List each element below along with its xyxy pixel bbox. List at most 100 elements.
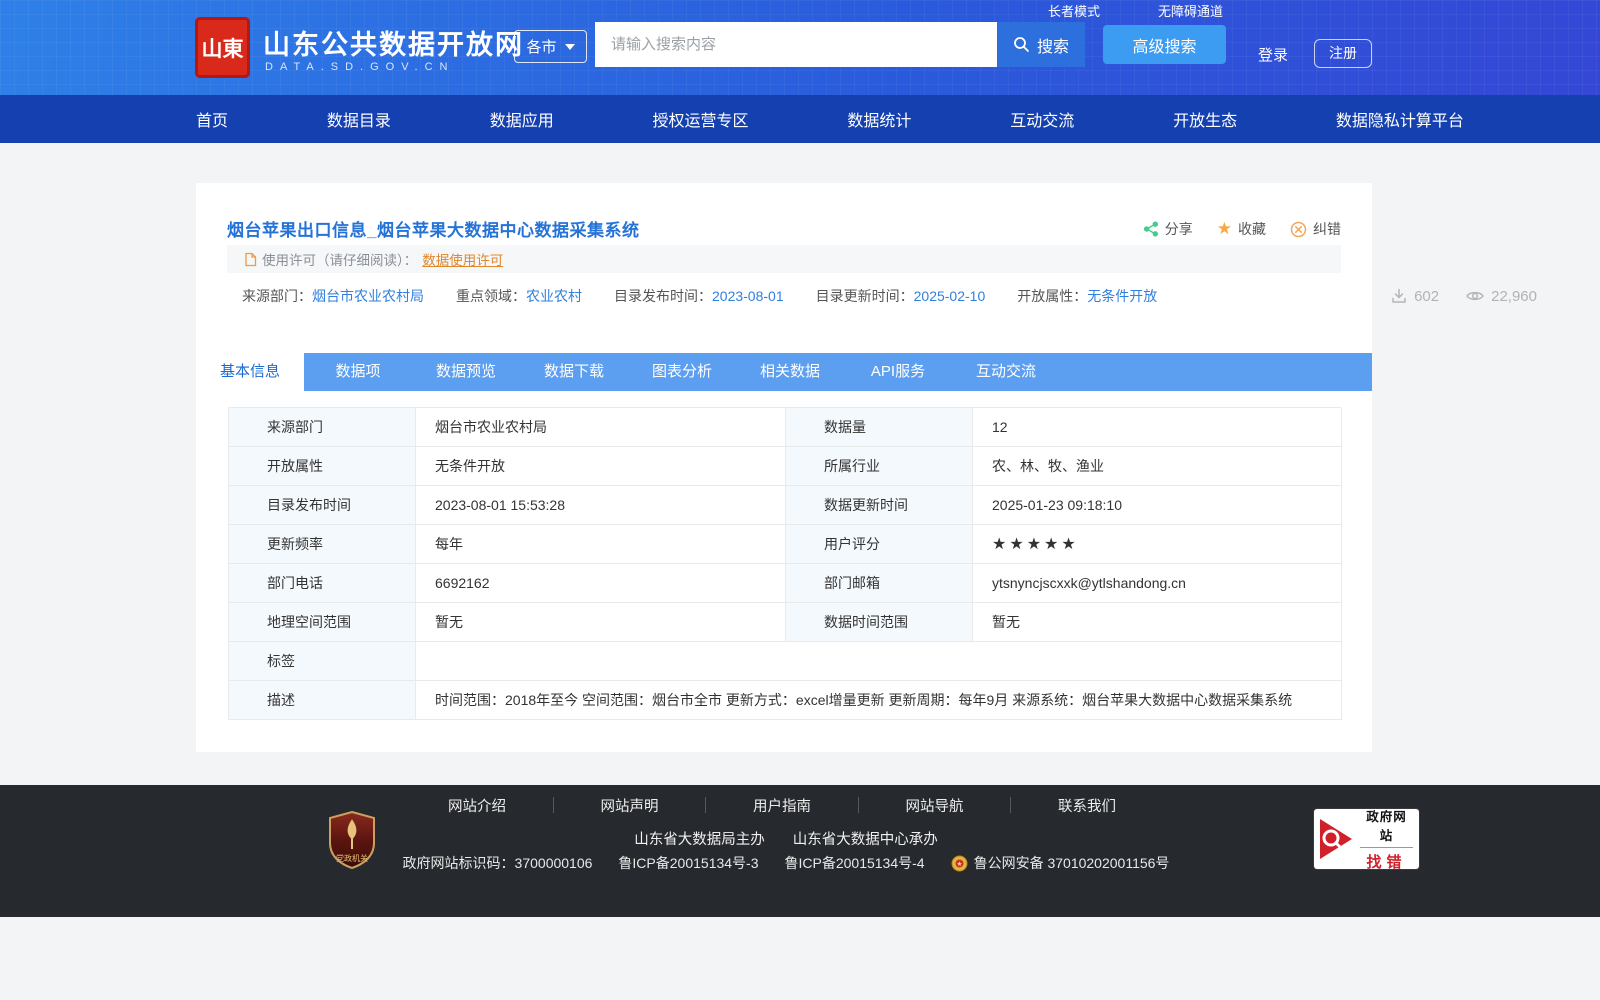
- divider: [552, 797, 554, 813]
- nav-privacy-computing-platform[interactable]: 数据隐私计算平台: [1336, 107, 1464, 131]
- site-footer: 网站介绍 网站声明 用户指南 网站导航 联系我们 党政机关 山东省大数据局主办 …: [0, 785, 1600, 917]
- nav-interaction[interactable]: 互动交流: [1010, 107, 1074, 131]
- footer-link-site-statement[interactable]: 网站声明: [601, 795, 659, 816]
- view-count: 22,960: [1465, 288, 1537, 305]
- meta-items: 来源部门：烟台市农业农村局 重点领域：农业农村 目录发布时间：2023-08-0…: [242, 286, 1157, 306]
- quick-links: 长者模式 无障碍通道: [1048, 1, 1223, 20]
- license-link[interactable]: 数据使用许可: [422, 249, 503, 269]
- meta-label: 开放属性：: [1017, 288, 1088, 304]
- seal-text: 山東: [201, 37, 244, 61]
- error-badge-line2: 找错: [1366, 854, 1407, 871]
- meta-value: 2023-08-01: [712, 288, 784, 304]
- nav-home[interactable]: 首页: [196, 107, 228, 131]
- tab-api-service[interactable]: API服务: [844, 353, 952, 391]
- info-value: 12: [973, 408, 1342, 447]
- tab-chart-analysis[interactable]: 图表分析: [628, 353, 736, 391]
- chevron-down-icon: [564, 43, 575, 50]
- nav-data-statistics[interactable]: 数据统计: [847, 107, 911, 131]
- footer-link-contact-us[interactable]: 联系我们: [1058, 795, 1116, 816]
- dataset-tabs: 基本信息 数据项 数据预览 数据下载 图表分析 相关数据 API服务 互动交流: [196, 353, 1372, 391]
- search-button-label: 搜索: [1036, 38, 1069, 56]
- nav-open-ecosystem[interactable]: 开放生态: [1173, 107, 1237, 131]
- meta-value-link[interactable]: 农业农村: [526, 288, 582, 304]
- info-value: 无条件开放: [416, 447, 786, 486]
- view-count-value: 22,960: [1491, 287, 1537, 305]
- footer-link-user-guide[interactable]: 用户指南: [753, 795, 811, 816]
- info-label: 部门电话: [229, 564, 416, 603]
- advanced-search-label: 高级搜索: [1132, 38, 1197, 56]
- elder-mode-link[interactable]: 长者模式: [1048, 1, 1100, 20]
- meta-update-date: 目录更新时间：2025-02-10: [816, 286, 986, 306]
- dataset-meta-row: 来源部门：烟台市农业农村局 重点领域：农业农村 目录发布时间：2023-08-0…: [242, 286, 1537, 306]
- info-value: 农、林、牧、渔业: [973, 447, 1342, 486]
- footer-undertake-org: 山东省大数据中心承办: [792, 832, 938, 848]
- footer-site-id: 政府网站标识码：3700000106: [402, 855, 593, 871]
- info-value: 6692162: [416, 564, 786, 603]
- footer-host-org: 山东省大数据局主办: [634, 832, 765, 848]
- download-icon: [1390, 287, 1408, 305]
- main-navbar: 首页 数据目录 数据应用 授权运营专区 数据统计 互动交流 开放生态 数据隐私计…: [0, 95, 1600, 143]
- footer-police-label: 鲁公网安备 37010202001156号: [973, 855, 1170, 871]
- meta-label: 来源部门：: [242, 288, 312, 304]
- info-value: 每年: [416, 525, 786, 564]
- police-badge-icon: [951, 855, 968, 872]
- register-button[interactable]: 注册: [1314, 39, 1372, 68]
- dataset-title: 烟台苹果出口信息_烟台苹果大数据中心数据采集系统: [227, 221, 640, 240]
- error-correction-icon: [1290, 221, 1307, 238]
- tab-related-data[interactable]: 相关数据: [736, 353, 844, 391]
- info-label: 更新频率: [229, 525, 416, 564]
- city-selector-dropdown[interactable]: 各市: [514, 30, 587, 63]
- info-label: 部门邮箱: [786, 564, 973, 603]
- meta-label: 目录发布时间：: [614, 288, 712, 304]
- info-label: 所属行业: [786, 447, 973, 486]
- tab-data-download[interactable]: 数据下载: [520, 353, 628, 391]
- info-value: 2023-08-01 15:53:28: [416, 486, 786, 525]
- eye-icon: [1465, 289, 1485, 303]
- city-selector-label: 各市: [526, 39, 557, 56]
- tab-basic-info[interactable]: 基本信息: [196, 353, 304, 391]
- info-label-description: 描述: [229, 681, 416, 720]
- divider: [857, 797, 859, 813]
- meta-publish-date: 目录发布时间：2023-08-01: [614, 286, 784, 306]
- nav-data-catalog[interactable]: 数据目录: [327, 107, 391, 131]
- meta-value-link[interactable]: 烟台市农业农村局: [312, 288, 424, 304]
- download-count-value: 602: [1414, 287, 1440, 305]
- meta-key-domain: 重点领域：农业农村: [456, 286, 582, 306]
- search-input[interactable]: [595, 22, 997, 67]
- footer-links: 网站介绍 网站声明 用户指南 网站导航 联系我们: [448, 795, 1116, 815]
- shandong-seal-logo: 山東: [195, 17, 250, 78]
- site-title: 山东公共数据开放网: [263, 30, 524, 60]
- accessibility-link[interactable]: 无障碍通道: [1158, 1, 1223, 20]
- download-count: 602: [1390, 287, 1439, 305]
- share-label: 分享: [1164, 221, 1193, 237]
- favorite-button[interactable]: ★ 收藏: [1217, 219, 1266, 239]
- error-correction-button[interactable]: 纠错: [1290, 219, 1341, 239]
- login-link[interactable]: 登录: [1258, 44, 1288, 65]
- dataset-actions: 分享 ★ 收藏 纠错: [1143, 219, 1341, 239]
- advanced-search-button[interactable]: 高级搜索: [1103, 25, 1226, 64]
- meta-label: 重点领域：: [456, 288, 526, 304]
- tab-interaction[interactable]: 互动交流: [952, 353, 1060, 391]
- gov-site-error-badge[interactable]: 政府网站 找错: [1313, 806, 1420, 871]
- search-button[interactable]: 搜索: [997, 22, 1085, 67]
- meta-value-link[interactable]: 无条件开放: [1087, 288, 1157, 304]
- meta-counts: 602 22,960: [1390, 287, 1537, 305]
- license-bookmark-icon: [244, 252, 257, 267]
- footer-link-site-intro[interactable]: 网站介绍: [448, 795, 506, 816]
- error-badge-line1: 政府网站: [1360, 806, 1413, 848]
- license-label: 使用许可（请仔细阅读）：: [262, 253, 418, 268]
- footer-icp-2[interactable]: 鲁ICP备20015134号-4: [785, 853, 925, 873]
- user-rating-stars[interactable]: ★★★★★: [973, 525, 1342, 564]
- footer-link-site-navigation[interactable]: 网站导航: [906, 795, 964, 816]
- share-button[interactable]: 分享: [1143, 219, 1193, 239]
- nav-authorized-operation-zone[interactable]: 授权运营专区: [653, 107, 749, 131]
- footer-police-record[interactable]: 鲁公网安备 37010202001156号: [951, 853, 1170, 873]
- basic-info-table: 来源部门 烟台市农业农村局 数据量 12 开放属性 无条件开放 所属行业 农、林…: [228, 407, 1342, 720]
- info-label: 来源部门: [229, 408, 416, 447]
- tab-data-preview[interactable]: 数据预览: [412, 353, 520, 391]
- footer-icp-1[interactable]: 鲁ICP备20015134号-3: [618, 853, 758, 873]
- tab-data-items[interactable]: 数据项: [304, 353, 412, 391]
- nav-data-apps[interactable]: 数据应用: [490, 107, 554, 131]
- site-domain: DATA.SD.GOV.CN: [265, 61, 455, 73]
- dataset-detail-card: 烟台苹果出口信息_烟台苹果大数据中心数据采集系统 分享 ★ 收藏 纠错 使用许可…: [196, 183, 1537, 752]
